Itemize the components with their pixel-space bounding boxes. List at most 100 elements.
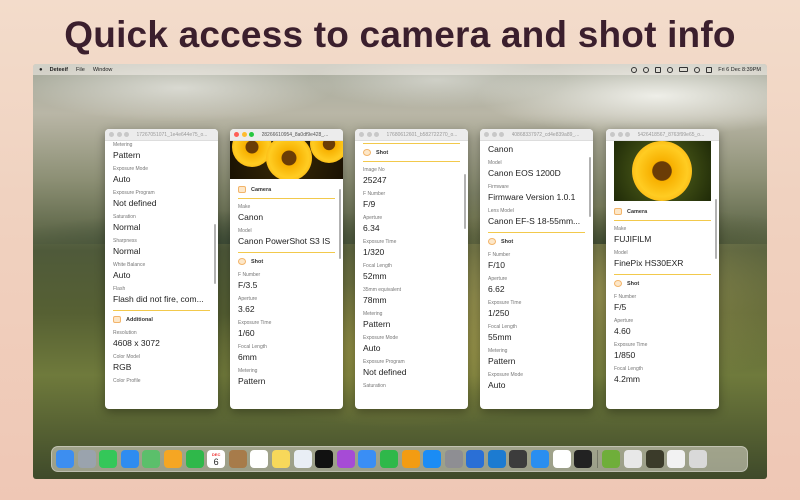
field-value: 52mm — [363, 271, 387, 281]
tv-icon[interactable] — [315, 450, 334, 468]
field-value: 1/850 — [614, 350, 636, 360]
field-value: Not defined — [113, 198, 157, 208]
pages-icon[interactable] — [401, 450, 420, 468]
reminders-icon[interactable] — [250, 450, 269, 468]
section-title: Camera — [251, 186, 272, 193]
editor-icon[interactable] — [602, 450, 621, 468]
section-header: Shot — [238, 252, 335, 267]
numbers-icon[interactable] — [379, 450, 398, 468]
window-titlebar[interactable]: 17267051071_1e4e644e75_o... — [105, 129, 218, 141]
field-value: Canon — [488, 144, 514, 154]
exif-window-3[interactable]: 17680612601_b582722270_o... Shot Image N… — [355, 129, 468, 409]
terminal-icon[interactable] — [574, 450, 593, 468]
scrollbar[interactable] — [588, 157, 591, 217]
search-icon[interactable] — [694, 66, 701, 73]
safari-icon[interactable] — [531, 450, 550, 468]
finder-icon[interactable] — [56, 450, 74, 468]
window-titlebar[interactable]: 28266610954_8a0df9e428_... — [230, 129, 343, 141]
notes-icon[interactable] — [271, 450, 290, 468]
field-label: F Number — [363, 191, 386, 197]
exif-window-5[interactable]: 5426418567_8763f99e65_o... Camera Make F… — [606, 129, 719, 409]
apple-menu-icon[interactable]: ● — [39, 67, 43, 73]
field-value: Auto — [488, 380, 506, 390]
field-label: Focal Length — [363, 263, 392, 269]
close-button[interactable] — [234, 132, 239, 137]
scrollbar[interactable] — [463, 174, 466, 229]
field-label: Metering — [238, 368, 258, 374]
document-icon[interactable] — [667, 450, 686, 468]
calendar-icon[interactable]: DEC 6 — [207, 450, 226, 468]
field-label: F Number — [238, 272, 261, 278]
zoom-button[interactable] — [374, 132, 379, 137]
aperture-icon[interactable] — [645, 450, 664, 468]
field-label: Exposure Program — [363, 359, 405, 365]
field-value: Firmware Version 1.0.1 — [488, 192, 576, 202]
maps-icon[interactable] — [142, 450, 161, 468]
zoom-button[interactable] — [124, 132, 129, 137]
zoom-button[interactable] — [249, 132, 254, 137]
section-header: Shot — [488, 232, 585, 247]
exif-window-1[interactable]: 17267051071_1e4e644e75_o... Metering Pat… — [105, 129, 218, 409]
field-label: Make — [238, 204, 251, 210]
preview-icon[interactable] — [624, 450, 643, 468]
trash-icon[interactable] — [688, 450, 707, 468]
menu-file[interactable]: File — [76, 67, 85, 73]
control-center-icon[interactable] — [706, 66, 713, 73]
menu-window[interactable]: Window — [93, 67, 113, 73]
shot-icon — [363, 149, 371, 156]
exif-window-4[interactable]: 40868337972_cd4e839a89_... Canon Model C… — [480, 129, 593, 409]
gmail-icon[interactable] — [552, 450, 571, 468]
scrollbar[interactable] — [213, 224, 216, 284]
menu-app-name[interactable]: Deteeif — [50, 67, 68, 73]
mail-icon[interactable] — [120, 450, 139, 468]
minimize-button[interactable] — [366, 132, 372, 137]
minimize-button[interactable] — [617, 132, 623, 137]
messages-icon[interactable] — [99, 450, 118, 468]
contacts-icon[interactable] — [228, 450, 247, 468]
field-value: 6.62 — [488, 284, 505, 294]
zoom-button[interactable] — [499, 132, 504, 137]
window-titlebar[interactable]: 17680612601_b582722270_o... — [355, 129, 468, 141]
keynote-icon[interactable] — [358, 450, 377, 468]
settings-icon[interactable] — [444, 450, 463, 468]
photos-icon[interactable] — [163, 450, 182, 468]
wifi-icon[interactable] — [667, 66, 674, 73]
scrollbar[interactable] — [338, 189, 341, 259]
podcasts-icon[interactable] — [336, 450, 355, 468]
close-button[interactable] — [109, 132, 114, 137]
display-icon[interactable] — [655, 66, 662, 73]
minimize-button[interactable] — [491, 132, 497, 137]
window-titlebar[interactable]: 40868337972_cd4e839a89_... — [480, 129, 593, 141]
minimize-button[interactable] — [116, 132, 122, 137]
field-value: 4608 x 3072 — [113, 338, 160, 348]
close-button[interactable] — [484, 132, 489, 137]
appstore-icon[interactable] — [423, 450, 442, 468]
window-titlebar[interactable]: 5426418567_8763f99e65_o... — [606, 129, 719, 141]
record-icon[interactable] — [643, 66, 650, 73]
scrollbar[interactable] — [714, 199, 717, 259]
field-value: Pattern — [113, 150, 141, 160]
field-value: 6mm — [238, 352, 257, 362]
calculator-icon[interactable] — [509, 450, 528, 468]
zoom-button[interactable] — [625, 132, 630, 137]
minimize-button[interactable] — [241, 132, 247, 137]
field-value: F/10 — [488, 260, 506, 270]
field-label: Focal Length — [488, 324, 517, 330]
status-icon[interactable] — [631, 66, 638, 73]
battery-icon[interactable] — [679, 67, 689, 72]
field-value: F/3.5 — [238, 280, 258, 290]
facetime-icon[interactable] — [185, 450, 204, 468]
section-header: Additional — [113, 310, 210, 325]
xcode-icon[interactable] — [466, 450, 485, 468]
field-label: Resolution — [113, 330, 137, 336]
freeform-icon[interactable] — [293, 450, 312, 468]
window-title: 40868337972_cd4e839a89_... — [511, 131, 580, 138]
vscode-icon[interactable] — [487, 450, 506, 468]
launchpad-icon[interactable] — [77, 450, 96, 468]
exif-window-2[interactable]: 28266610954_8a0df9e428_... Camera Make C… — [230, 129, 343, 409]
field-label: Exposure Mode — [488, 372, 524, 378]
menu-clock[interactable]: Fri 6 Dec 8:39PM — [718, 67, 761, 73]
close-button[interactable] — [610, 132, 615, 137]
camera-icon — [238, 186, 246, 193]
close-button[interactable] — [359, 132, 364, 137]
